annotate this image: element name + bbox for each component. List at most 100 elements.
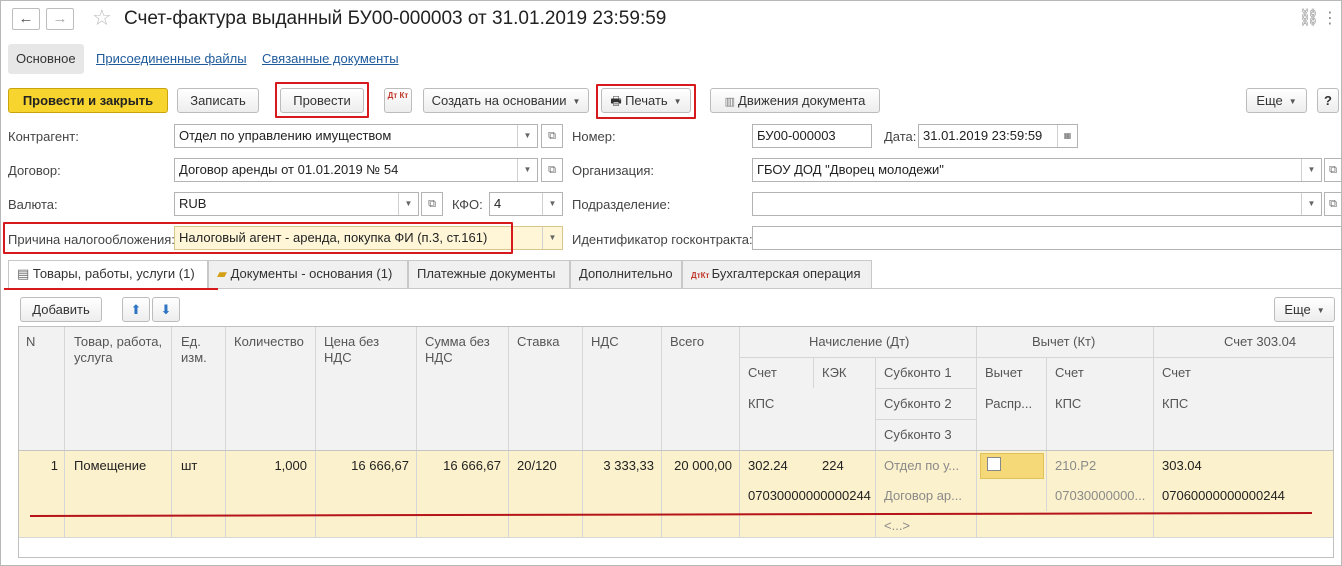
department-field[interactable]: ▼: [752, 192, 1322, 216]
col-deduction-kps[interactable]: КПС: [1055, 396, 1081, 412]
link-icon[interactable]: ⛓: [1298, 8, 1320, 28]
col-subconto-1[interactable]: Субконто 1: [884, 365, 952, 381]
date-label: Дата:: [884, 129, 917, 144]
open-contract-icon[interactable]: ⧉: [541, 158, 563, 182]
document-icon: ▰: [217, 266, 231, 281]
cell-item[interactable]: Помещение: [74, 458, 146, 473]
tab-base-documents[interactable]: ▰ Документы - основания (1): [208, 260, 408, 288]
back-button[interactable]: ←: [12, 8, 40, 30]
open-organization-icon[interactable]: ⧉: [1324, 158, 1342, 182]
col-unit[interactable]: Ед. изм.: [181, 334, 221, 366]
more-vert-icon[interactable]: ⋮: [1322, 8, 1338, 28]
chevron-down-icon[interactable]: ▼: [1301, 159, 1321, 181]
cell-deduction-account[interactable]: 210.Р2: [1055, 458, 1096, 473]
contract-value: Договор аренды от 01.01.2019 № 54: [179, 162, 399, 177]
tab-main[interactable]: Основное: [8, 44, 84, 74]
dt-kt-button[interactable]: Дт Кт: [384, 88, 412, 113]
col-deduction-account[interactable]: Счет: [1055, 365, 1084, 381]
cell-n[interactable]: 1: [30, 458, 58, 473]
cell-total[interactable]: 20 000,00: [664, 458, 732, 473]
col-deduction-flag[interactable]: Вычет: [985, 365, 1023, 381]
tab-linked-documents[interactable]: Связанные документы: [262, 44, 399, 74]
cell-rate[interactable]: 20/120: [517, 458, 557, 473]
move-down-button[interactable]: ⬇: [152, 297, 180, 322]
col-accrual-account[interactable]: Счет: [748, 365, 777, 381]
tab-payment-documents[interactable]: Платежные документы: [408, 260, 570, 288]
tab-accounting-operation[interactable]: ДтКт Бухгалтерская операция: [682, 260, 872, 288]
chevron-down-icon[interactable]: ▼: [542, 227, 562, 249]
col-vat[interactable]: НДС: [591, 334, 619, 350]
col-item[interactable]: Товар, работа, услуга: [74, 334, 170, 366]
date-field[interactable]: 31.01.2019 23:59:59 ▦: [918, 124, 1078, 148]
col-subconto-2[interactable]: Субконто 2: [884, 396, 952, 412]
create-based-on-button[interactable]: Создать на основании ▼: [423, 88, 589, 113]
arrow-up-icon: ⬆: [130, 302, 142, 317]
window-title: Счет-фактура выданный БУ00-000003 от 31.…: [124, 8, 667, 29]
col-kek[interactable]: КЭК: [822, 365, 847, 381]
tab-accounting-label: Бухгалтерская операция: [711, 266, 861, 281]
table-more-button[interactable]: Еще ▼: [1274, 297, 1335, 322]
currency-field[interactable]: RUB ▼: [174, 192, 419, 216]
col-qty[interactable]: Количество: [234, 334, 304, 350]
move-up-button[interactable]: ⬆: [122, 297, 150, 322]
col-sum[interactable]: Сумма без НДС: [425, 334, 505, 366]
col-deduction[interactable]: Вычет (Кт): [1032, 334, 1095, 350]
add-row-button[interactable]: Добавить: [20, 297, 102, 322]
tab-additional[interactable]: Дополнительно: [570, 260, 682, 288]
forward-button[interactable]: →: [46, 8, 74, 30]
cell-kek[interactable]: 224: [822, 458, 844, 473]
col-30304-kps[interactable]: КПС: [1162, 396, 1188, 412]
help-button[interactable]: ?: [1317, 88, 1339, 113]
post-and-close-button[interactable]: Провести и закрыть: [8, 88, 168, 113]
dt-kt-icon: ДтКт: [691, 271, 712, 280]
cell-unit[interactable]: шт: [181, 458, 197, 473]
open-currency-icon[interactable]: ⧉: [421, 192, 443, 216]
tab-attached-files[interactable]: Присоединенные файлы: [96, 44, 247, 74]
kfo-field[interactable]: 4 ▼: [489, 192, 563, 216]
col-subconto-3[interactable]: Субконто 3: [884, 427, 952, 443]
chevron-down-icon[interactable]: ▼: [517, 125, 537, 147]
favorite-star-icon[interactable]: ☆: [92, 5, 112, 31]
annotation-underline-tab: [4, 288, 218, 290]
organization-field[interactable]: ГБОУ ДОД "Дворец молодежи" ▼: [752, 158, 1322, 182]
cell-qty[interactable]: 1,000: [230, 458, 307, 473]
cell-subconto-1[interactable]: Отдел по у...: [884, 458, 959, 473]
deduction-checkbox[interactable]: [987, 457, 1001, 471]
tab-goods[interactable]: ▤ Товары, работы, услуги (1): [8, 260, 208, 289]
contract-field[interactable]: Договор аренды от 01.01.2019 № 54 ▼: [174, 158, 538, 182]
calendar-icon[interactable]: ▦: [1057, 125, 1077, 147]
chevron-down-icon[interactable]: ▼: [542, 193, 562, 215]
arrow-right-icon: →: [52, 10, 68, 27]
gov-contract-field[interactable]: [752, 226, 1342, 250]
cell-accrual-account[interactable]: 302.24: [748, 458, 788, 473]
more-button[interactable]: Еще ▼: [1246, 88, 1307, 113]
arrow-down-icon: ⬇: [160, 302, 172, 317]
cell-vat[interactable]: 3 333,33: [586, 458, 654, 473]
col-accrual[interactable]: Начисление (Дт): [809, 334, 909, 350]
number-field[interactable]: БУ00-000003: [752, 124, 872, 148]
document-movements-button[interactable]: ▥ Движения документа: [710, 88, 880, 113]
open-department-icon[interactable]: ⧉: [1324, 192, 1342, 216]
chevron-down-icon: ▼: [1316, 306, 1325, 316]
date-value: 31.01.2019 23:59:59: [923, 128, 1043, 143]
cell-price[interactable]: 16 666,67: [318, 458, 409, 473]
col-account-30304[interactable]: Счет 303.04: [1224, 334, 1296, 350]
col-rate[interactable]: Ставка: [517, 334, 560, 350]
col-distribution[interactable]: Распр...: [985, 396, 1032, 412]
annotation-box-post: [275, 82, 369, 118]
chevron-down-icon[interactable]: ▼: [398, 193, 418, 215]
chevron-down-icon[interactable]: ▼: [517, 159, 537, 181]
col-price[interactable]: Цена без НДС: [324, 334, 404, 366]
col-n[interactable]: N: [26, 334, 35, 350]
cell-30304-account[interactable]: 303.04: [1162, 458, 1202, 473]
counterparty-field[interactable]: Отдел по управлению имуществом ▼: [174, 124, 538, 148]
col-accrual-kps[interactable]: КПС: [748, 396, 774, 412]
table-icon: ▤: [17, 266, 33, 281]
col-30304-account[interactable]: Счет: [1162, 365, 1191, 381]
chevron-down-icon[interactable]: ▼: [1301, 193, 1321, 215]
cell-sum[interactable]: 16 666,67: [420, 458, 501, 473]
open-counterparty-icon[interactable]: ⧉: [541, 124, 563, 148]
tab-goods-label: Товары, работы, услуги (1): [32, 266, 195, 281]
col-total[interactable]: Всего: [670, 334, 704, 350]
save-button[interactable]: Записать: [177, 88, 259, 113]
